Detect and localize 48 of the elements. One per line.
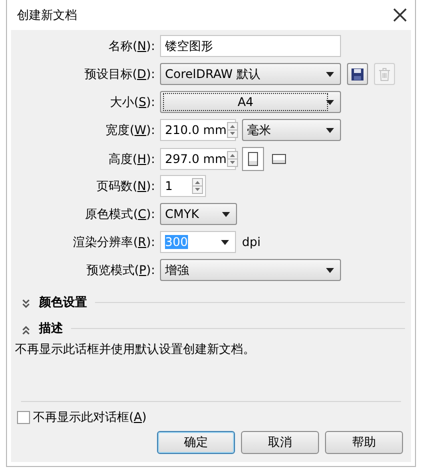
caret-icon [222,212,230,216]
double-chevron-icon [21,325,31,335]
window-title: 创建新文档 [17,6,77,24]
spin-field[interactable]: 210.0 mm [160,119,236,141]
field-label: 名称(N): [108,38,156,54]
caret-icon [326,100,334,104]
portrait-button[interactable] [242,147,264,171]
preset-dropdown[interactable]: CorelDRAW 默认 [160,63,341,85]
save-button[interactable] [347,63,368,85]
dropdown[interactable]: CMYK [160,203,237,225]
field-label: 页码数(N): [96,178,156,194]
close-button[interactable] [393,8,407,22]
section-title: 描述 [39,320,63,336]
field-label: 预设目标(D): [83,66,156,82]
field-label: 原色模式(C): [84,206,156,222]
landscape-page-icon [272,154,286,164]
spinner-arrows-icon[interactable] [226,122,238,138]
dropdown[interactable]: 增強 [160,259,341,281]
dialog-button[interactable]: 取消 [241,431,319,454]
trash-icon [379,68,390,80]
spinner-arrows-icon[interactable] [226,151,238,167]
field-label: 大小(S): [108,94,156,110]
unit-dropdown[interactable]: 毫米 [242,119,341,141]
unit-label: dpi [242,235,261,249]
field-label: 渲染分辨率(R): [72,234,156,250]
caret-icon [326,128,334,132]
expand-button[interactable] [21,297,31,307]
checkbox-label[interactable]: 不再显示此对话框(A) [33,409,147,426]
field-label: 高度(H): [108,150,156,168]
section-title: 颜色设置 [39,294,87,310]
double-chevron-icon [21,299,31,309]
checkbox[interactable] [17,411,30,424]
caret-icon [326,72,334,76]
dialog-button[interactable]: 帮助 [325,431,403,454]
dialog-button[interactable]: 确定 [157,431,235,454]
dropdown[interactable]: A4 [160,91,341,113]
portrait-page-icon [248,152,258,166]
field-label: 宽度(W): [104,122,156,138]
spin-field[interactable]: 1 [160,175,206,197]
caret-icon [326,268,334,272]
name-field[interactable]: 镂空图形 [160,35,341,57]
collapse-button[interactable] [21,323,31,333]
caret-icon [221,240,229,244]
spin-field[interactable]: 297.0 mm [160,148,236,170]
field-label: 预览模式(P): [85,262,156,278]
close-icon [393,8,407,22]
spinner-arrows-icon[interactable] [192,178,203,194]
description-text: 不再显示此话框并使用默认设置创建新文档。 [14,341,256,358]
